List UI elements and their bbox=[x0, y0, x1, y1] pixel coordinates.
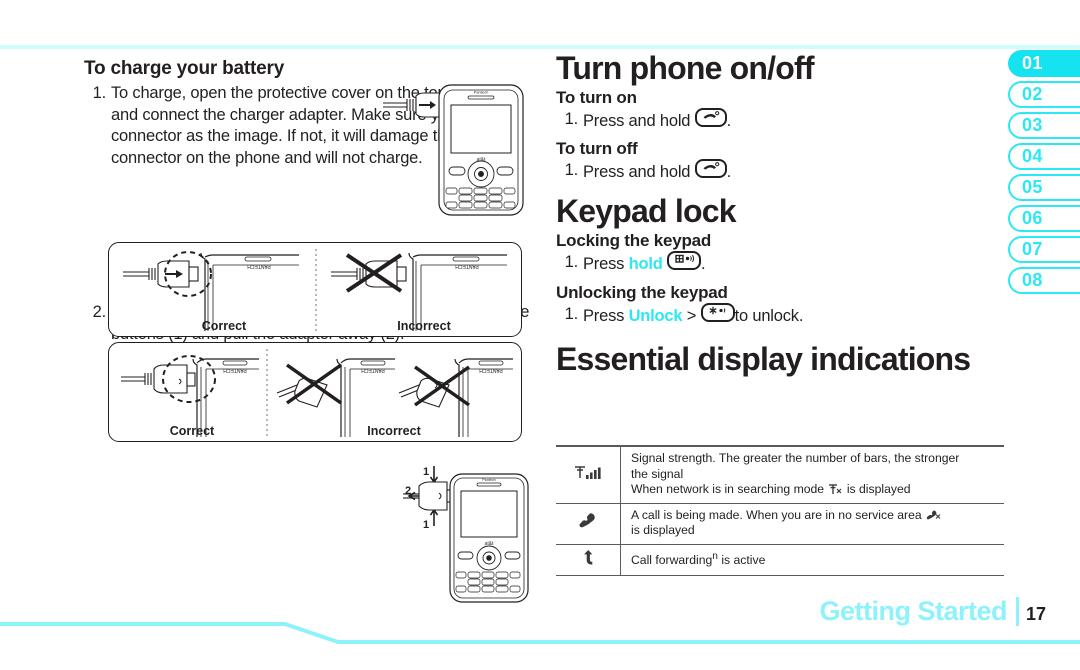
svg-text:PANTECH: PANTECH bbox=[361, 367, 385, 373]
index-tab-02-label: 02 bbox=[1022, 84, 1043, 104]
page-footer: Getting Started 17 bbox=[819, 596, 1046, 627]
call-active-icon bbox=[556, 503, 621, 544]
diagram-2-incorrect-label: Incorrect bbox=[367, 424, 421, 438]
unlocking-step-text-before: Press bbox=[583, 306, 625, 325]
signal-strength-description: Signal strength. The greater the number … bbox=[621, 446, 1005, 503]
unlocking-keypad-step: 1. Press Unlock > to unlock. bbox=[556, 302, 1004, 328]
diagram-1-incorrect-label: Incorrect bbox=[397, 319, 451, 333]
footer-divider bbox=[1015, 597, 1019, 626]
call-desc-line1-before: A call is being made. When you are in no… bbox=[631, 507, 922, 522]
footer-section-label: Getting Started bbox=[819, 596, 1007, 626]
top-accent-rule bbox=[0, 45, 1080, 49]
charge-step-2-number: 2. bbox=[92, 303, 107, 321]
to-turn-off-step: 1. Press and hold . bbox=[556, 159, 1004, 184]
index-tab-06-label: 06 bbox=[1022, 208, 1043, 228]
unlocking-keypad-step-number: 1. bbox=[564, 304, 579, 323]
call-forwarding-icon bbox=[556, 544, 621, 576]
to-turn-on-heading: To turn on bbox=[556, 87, 637, 107]
signal-strength-icon bbox=[556, 446, 621, 503]
signal-desc-line3-before: When network is in searching mode bbox=[631, 482, 825, 496]
svg-text:PANTECH: PANTECH bbox=[479, 367, 503, 373]
hold-key-icon bbox=[667, 251, 701, 271]
table-row: Signal strength. The greater the number … bbox=[556, 446, 1004, 503]
index-tab-01-label: 01 bbox=[1022, 53, 1043, 73]
end-call-key-icon bbox=[694, 107, 727, 127]
callout-1-bottom: 1 bbox=[423, 519, 429, 531]
no-signal-icon bbox=[829, 484, 842, 494]
index-tab-06[interactable]: 06 bbox=[1008, 205, 1080, 232]
unlocking-step-separator: > bbox=[686, 306, 697, 325]
index-tab-05[interactable]: 05 bbox=[1008, 174, 1080, 201]
locking-keypad-step-number: 1. bbox=[564, 253, 579, 272]
charge-step-1-number: 1. bbox=[92, 84, 107, 102]
locking-keypad-heading: Locking the keypad bbox=[556, 231, 712, 251]
unlocking-keypad-heading: Unlocking the keypad bbox=[556, 282, 728, 302]
unlocking-step-highlight: Unlock bbox=[628, 306, 683, 325]
signal-desc-line1: Signal strength. The greater the number … bbox=[631, 451, 960, 465]
to-turn-off-step-number: 1. bbox=[564, 161, 579, 180]
index-tab-04[interactable]: 04 bbox=[1008, 143, 1080, 170]
svg-text:Pantech: Pantech bbox=[474, 90, 489, 95]
locking-keypad-step-text: Press hold . bbox=[583, 251, 1004, 276]
right-column: Turn phone on/off To turn on 1. Press an… bbox=[556, 50, 1004, 379]
call-forwarding-description: Call forwardingn is active bbox=[621, 544, 1005, 576]
signal-desc-line3-after: is displayed bbox=[846, 482, 911, 496]
call-desc-line1: A call is being made. When you are in no… bbox=[631, 508, 1002, 524]
svg-text:PANTECH: PANTECH bbox=[455, 263, 479, 269]
display-indications-table: Signal strength. The greater the number … bbox=[556, 445, 1004, 576]
unlocking-step-text-after: to unlock. bbox=[734, 306, 804, 325]
unlocking-keypad-step-text: Press Unlock > to unlock. bbox=[583, 302, 1004, 328]
manual-page: To charge your battery 1. To charge, ope… bbox=[0, 0, 1080, 670]
index-tab-03[interactable]: 03 bbox=[1008, 112, 1080, 139]
connector-orientation-diagram-1: PANTECH PANTECH Correct Incorrect bbox=[108, 242, 522, 337]
index-tab-05-label: 05 bbox=[1022, 177, 1043, 197]
to-turn-on-step-text-after: . bbox=[726, 111, 732, 130]
index-tab-07-label: 07 bbox=[1022, 239, 1043, 259]
to-turn-off-step-text-before: Press and hold bbox=[583, 163, 691, 182]
charger-insert-illustration: Pantech at&t bbox=[383, 84, 524, 216]
call-active-description: A call is being made. When you are in no… bbox=[621, 503, 1005, 544]
end-call-key-icon bbox=[694, 159, 727, 179]
to-turn-off-step-text-after: . bbox=[726, 163, 732, 182]
callout-1-top: 1 bbox=[423, 466, 429, 478]
adapter-removal-illustration: 1 2 1 Pantech at&t bbox=[403, 466, 529, 603]
index-tab-01[interactable]: 01 bbox=[1008, 50, 1080, 77]
to-turn-off-heading: To turn off bbox=[556, 139, 638, 159]
index-tab-08-label: 08 bbox=[1022, 270, 1043, 290]
keypad-lock-title: Keypad lock bbox=[556, 192, 737, 229]
chapter-index-tabs: 01 02 03 04 05 06 07 08 bbox=[1008, 50, 1080, 298]
svg-text:PANTECH: PANTECH bbox=[223, 367, 247, 373]
locking-step-highlight: hold bbox=[628, 255, 663, 274]
to-turn-on-step-text: Press and hold . bbox=[583, 107, 1004, 133]
signal-desc-line2: the signal bbox=[631, 466, 684, 481]
index-tab-08[interactable]: 08 bbox=[1008, 267, 1080, 294]
index-tab-04-label: 04 bbox=[1022, 146, 1043, 166]
diagram-1-correct-label: Correct bbox=[201, 319, 247, 333]
forwarding-desc-text-after: is active bbox=[717, 553, 766, 568]
index-tab-03-label: 03 bbox=[1022, 115, 1043, 135]
to-turn-on-step: 1. Press and hold . bbox=[556, 107, 1004, 133]
index-tab-02[interactable]: 02 bbox=[1008, 81, 1080, 108]
table-row: Call forwardingn is active bbox=[556, 544, 1004, 576]
no-service-call-icon bbox=[926, 510, 941, 519]
star-key-icon bbox=[700, 302, 735, 322]
diagram-2-correct-label: Correct bbox=[169, 424, 215, 438]
to-turn-off-step-text: Press and hold . bbox=[583, 159, 1004, 184]
essential-display-indications-title: Essential display indications bbox=[556, 341, 971, 378]
turn-phone-onoff-title: Turn phone on/off bbox=[556, 50, 815, 86]
svg-text:PANTECH: PANTECH bbox=[247, 263, 271, 269]
table-row: A call is being made. When you are in no… bbox=[556, 503, 1004, 544]
connector-orientation-diagram-2: PANTECH PANTECH PANTECH Correct Incorrec… bbox=[108, 342, 522, 442]
signal-desc-line3: When network is in searching mode is dis… bbox=[631, 482, 1002, 498]
call-desc-line2: is displayed bbox=[631, 523, 695, 537]
locking-step-text-before: Press bbox=[583, 255, 625, 274]
index-tab-07[interactable]: 07 bbox=[1008, 236, 1080, 263]
forwarding-desc-text: Call forwarding bbox=[631, 553, 713, 568]
page-number: 17 bbox=[1025, 604, 1046, 624]
locking-keypad-step: 1. Press hold . bbox=[556, 251, 1004, 276]
to-turn-on-step-number: 1. bbox=[564, 109, 579, 128]
locking-step-text-after: . bbox=[701, 255, 706, 274]
to-turn-on-step-text-before: Press and hold bbox=[583, 111, 691, 130]
svg-text:Pantech: Pantech bbox=[482, 478, 495, 482]
